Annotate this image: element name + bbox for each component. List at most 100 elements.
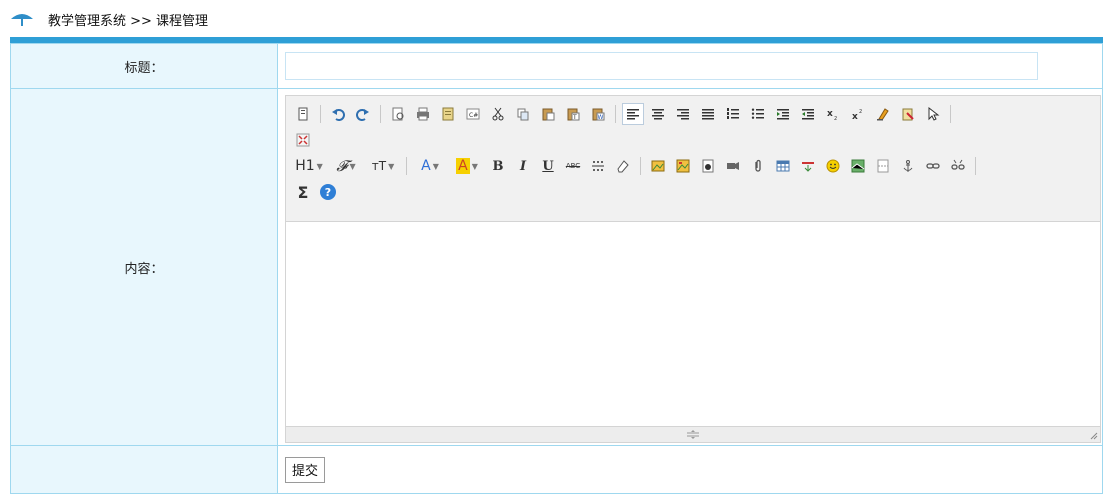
source-icon[interactable] — [292, 103, 314, 125]
content-label: 内容： — [10, 88, 278, 446]
clear-format-icon[interactable] — [872, 103, 894, 125]
svg-text:2: 2 — [834, 116, 837, 121]
insert-table-icon[interactable] — [772, 155, 794, 177]
page-break-icon[interactable] — [872, 155, 894, 177]
svg-text:W: W — [598, 114, 604, 121]
ordered-list-icon[interactable] — [722, 103, 744, 125]
font-family-dropdown[interactable]: 𝓕 ▼ — [329, 155, 363, 177]
insert-multi-image-icon[interactable] — [672, 155, 694, 177]
action-cell: 提交 — [277, 445, 1103, 494]
toolbar-separator — [950, 105, 951, 123]
toolbar-row-1b — [292, 127, 1096, 153]
resize-corner-icon[interactable] — [1089, 431, 1098, 440]
preview-icon[interactable] — [387, 103, 409, 125]
paste-text-icon[interactable]: T — [562, 103, 584, 125]
redo-icon[interactable] — [352, 103, 374, 125]
help-button[interactable]: ? — [317, 181, 339, 203]
align-justify-icon[interactable] — [697, 103, 719, 125]
help-icon: ? — [320, 184, 336, 200]
pointer-icon[interactable] — [922, 103, 944, 125]
title-field-cell — [277, 43, 1103, 89]
outdent-icon[interactable] — [797, 103, 819, 125]
sum-icon: Σ — [297, 182, 309, 202]
link-icon[interactable] — [922, 155, 944, 177]
attachment-icon[interactable] — [747, 155, 769, 177]
bold-label: B — [492, 158, 504, 174]
sum-button[interactable]: Σ — [292, 181, 314, 203]
toolbar-row-2: H1 ▼ 𝓕 ▼ тT ▼ A ▼ A ▼ B I U ABC — [292, 153, 1096, 179]
code-icon[interactable]: C# — [462, 103, 484, 125]
copy-icon[interactable] — [512, 103, 534, 125]
submit-button[interactable]: 提交 — [285, 456, 326, 483]
breadcrumb: 教学管理系统 >> 课程管理 — [48, 13, 209, 29]
font-size-dropdown[interactable]: тT ▼ — [366, 155, 400, 177]
editor-statusbar — [286, 426, 1100, 442]
rich-text-editor[interactable]: C# T W x 2 x 2 H1 ▼ 𝓕 ▼ тT ▼ A ▼ A ▼ B I… — [285, 95, 1101, 443]
italic-button[interactable]: I — [512, 155, 534, 177]
course-form: 标题： 内容： C# T W x 2 x 2 H1 ▼ 𝓕 ▼ тT ▼ A ▼… — [10, 43, 1103, 494]
heading-dropdown[interactable]: H1 ▼ — [292, 155, 326, 177]
print-icon[interactable] — [412, 103, 434, 125]
indent-icon[interactable] — [772, 103, 794, 125]
toolbar-separator — [975, 157, 976, 175]
svg-text:x: x — [827, 109, 833, 119]
underline-button[interactable]: U — [537, 155, 559, 177]
template-icon[interactable] — [437, 103, 459, 125]
resize-handle-icon[interactable] — [686, 430, 700, 439]
heading-label: H1 — [295, 158, 315, 174]
anchor-icon[interactable] — [897, 155, 919, 177]
top-bar: 教学管理系统 >> 课程管理 — [0, 0, 1103, 38]
eraser-icon[interactable] — [612, 155, 634, 177]
chevron-down-icon: ▼ — [349, 161, 356, 171]
svg-text:T: T — [572, 114, 577, 121]
content-field-cell: C# T W x 2 x 2 H1 ▼ 𝓕 ▼ тT ▼ A ▼ A ▼ B I… — [277, 88, 1103, 446]
bold-button[interactable]: B — [487, 155, 509, 177]
insert-media-icon[interactable] — [722, 155, 744, 177]
insert-map-icon[interactable] — [847, 155, 869, 177]
umbrella-logo-icon — [10, 11, 34, 27]
title-input[interactable] — [285, 52, 1038, 80]
chevron-down-icon: ▼ — [388, 161, 395, 171]
subscript-icon[interactable]: x2 — [822, 103, 844, 125]
insert-hr-icon[interactable] — [797, 155, 819, 177]
italic-label: I — [519, 158, 527, 174]
forecolor-label: A — [421, 158, 431, 174]
horizontal-rule-icon[interactable] — [587, 155, 609, 177]
fullscreen-icon[interactable] — [292, 129, 314, 151]
font-family-label: 𝓕 — [336, 157, 348, 175]
chevron-down-icon: ▼ — [471, 161, 478, 171]
editor-content-area[interactable] — [286, 223, 1100, 426]
align-right-icon[interactable] — [672, 103, 694, 125]
paste-word-icon[interactable]: W — [587, 103, 609, 125]
unlink-icon[interactable] — [947, 155, 969, 177]
cut-icon[interactable] — [487, 103, 509, 125]
toolbar-separator — [615, 105, 616, 123]
emoticon-icon[interactable] — [822, 155, 844, 177]
underline-label: U — [542, 158, 554, 174]
toolbar-row-1: C# T W x 2 x 2 — [292, 101, 1096, 127]
svg-text:x: x — [852, 112, 858, 121]
insert-image-icon[interactable] — [647, 155, 669, 177]
chevron-down-icon: ▼ — [316, 161, 323, 171]
toolbar-separator — [380, 105, 381, 123]
toolbar-separator — [640, 157, 641, 175]
align-center-icon[interactable] — [647, 103, 669, 125]
toolbar-row-2b: Σ ? — [292, 179, 1096, 205]
select-all-icon[interactable] — [897, 103, 919, 125]
forecolor-button[interactable]: A ▼ — [413, 155, 447, 177]
align-left-icon[interactable] — [622, 103, 644, 125]
hilitecolor-button[interactable]: A ▼ — [450, 155, 484, 177]
strikethrough-label: ABC — [565, 162, 581, 170]
action-label-cell — [10, 445, 278, 494]
paste-icon[interactable] — [537, 103, 559, 125]
undo-icon[interactable] — [327, 103, 349, 125]
chevron-down-icon: ▼ — [432, 161, 439, 171]
help-label: ? — [324, 185, 332, 199]
insert-flash-icon[interactable] — [697, 155, 719, 177]
superscript-icon[interactable]: x2 — [847, 103, 869, 125]
toolbar-separator — [320, 105, 321, 123]
unordered-list-icon[interactable] — [747, 103, 769, 125]
svg-text:2: 2 — [859, 109, 862, 115]
strikethrough-button[interactable]: ABC — [562, 155, 584, 177]
editor-toolbar: C# T W x 2 x 2 H1 ▼ 𝓕 ▼ тT ▼ A ▼ A ▼ B I… — [286, 96, 1100, 222]
